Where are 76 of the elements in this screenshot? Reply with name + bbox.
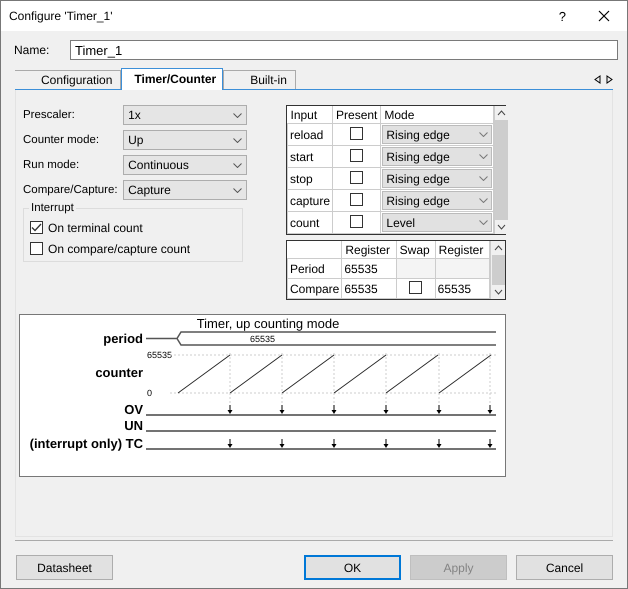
- setting-label: Run mode:: [23, 159, 80, 171]
- checkbox[interactable]: [30, 242, 43, 255]
- column-header: Input: [288, 106, 333, 124]
- setting-label: Counter mode:: [23, 134, 100, 146]
- signal-label: OV: [124, 402, 143, 417]
- scrollbar-thumb[interactable]: [495, 120, 508, 220]
- setting-label: Compare/Capture:: [23, 184, 119, 196]
- checkbox-label: On terminal count: [48, 220, 143, 234]
- axis-label: 0: [147, 388, 152, 398]
- setting-label: Prescaler:: [23, 109, 76, 121]
- mode-dropdown[interactable]: Rising edge: [382, 191, 492, 210]
- checkbox-label: On compare/capture count: [48, 242, 190, 256]
- table-cell: reload: [288, 124, 333, 146]
- table-cell: start: [288, 146, 333, 168]
- scroll-left-icon[interactable]: [594, 75, 601, 84]
- chevron-down-icon: [233, 138, 242, 142]
- chevron-down-icon: [479, 154, 488, 159]
- scrollbar-thumb[interactable]: [492, 255, 504, 285]
- dropdown[interactable]: Up: [123, 130, 247, 150]
- bus-value: 65535: [250, 334, 276, 344]
- chevron-down-icon: [479, 220, 488, 225]
- dialog-button[interactable]: OK: [304, 555, 401, 580]
- dropdown[interactable]: 1x: [123, 105, 247, 125]
- tab[interactable]: Timer/Counter: [121, 68, 224, 90]
- chevron-down-icon: [479, 176, 488, 181]
- scroll-up-icon[interactable]: [494, 245, 502, 251]
- tab[interactable]: Configuration: [15, 70, 122, 89]
- dialog-button[interactable]: Datasheet: [16, 555, 113, 580]
- help-button[interactable]: ?: [558, 8, 566, 24]
- mode-dropdown[interactable]: Rising edge: [382, 125, 492, 144]
- chevron-down-icon: [479, 132, 488, 137]
- group-title: Interrupt: [29, 202, 76, 214]
- chevron-down-icon: [233, 162, 242, 168]
- table-cell: 65535: [344, 282, 378, 296]
- checkbox[interactable]: [30, 221, 43, 234]
- window-title: Configure 'Timer_1': [9, 9, 114, 23]
- row-header: Period: [288, 258, 342, 278]
- scroll-up-icon[interactable]: [497, 110, 506, 116]
- table-cell: 65535: [438, 282, 472, 296]
- mode-dropdown[interactable]: Rising edge: [382, 147, 492, 166]
- checkbox[interactable]: [350, 214, 364, 228]
- checkbox[interactable]: [409, 280, 422, 294]
- checkbox[interactable]: [350, 148, 364, 162]
- diagram-title: Timer, up counting mode: [196, 316, 340, 331]
- tab[interactable]: Built-in: [223, 70, 296, 89]
- scroll-down-icon[interactable]: [497, 224, 506, 230]
- checkbox[interactable]: [350, 126, 364, 140]
- scrollbar[interactable]: [490, 241, 505, 299]
- signal-label: (interrupt only) TC: [30, 436, 143, 451]
- column-header: Present: [332, 106, 381, 124]
- chevron-down-icon: [479, 198, 488, 203]
- dropdown[interactable]: Continuous: [123, 155, 247, 175]
- checkbox[interactable]: [350, 170, 364, 184]
- signal-label: UN: [124, 418, 143, 433]
- scroll-down-icon[interactable]: [494, 289, 502, 295]
- signal-label: counter: [95, 365, 143, 380]
- table-cell: count: [288, 212, 333, 234]
- mode-dropdown[interactable]: Rising edge: [382, 169, 492, 188]
- mode-dropdown[interactable]: Level: [382, 213, 492, 232]
- chevron-down-icon: [233, 112, 242, 118]
- name-label: Name:: [14, 43, 50, 57]
- name-field[interactable]: Timer_1: [70, 40, 618, 60]
- chevron-down-icon: [233, 188, 242, 192]
- table-cell: stop: [288, 168, 333, 190]
- dropdown[interactable]: Capture: [123, 180, 247, 200]
- scrollbar[interactable]: [494, 106, 508, 234]
- table-cell: capture: [288, 190, 333, 212]
- axis-label: 65535: [147, 350, 172, 360]
- dialog-button[interactable]: Cancel: [516, 555, 613, 580]
- signal-label: period: [103, 331, 143, 346]
- table-cell: 65535: [344, 262, 378, 276]
- close-icon[interactable]: [598, 10, 610, 22]
- checkbox[interactable]: [350, 192, 364, 206]
- row-header: Compare: [288, 278, 342, 298]
- column-header: Mode: [380, 106, 494, 124]
- scroll-right-icon[interactable]: [606, 75, 613, 84]
